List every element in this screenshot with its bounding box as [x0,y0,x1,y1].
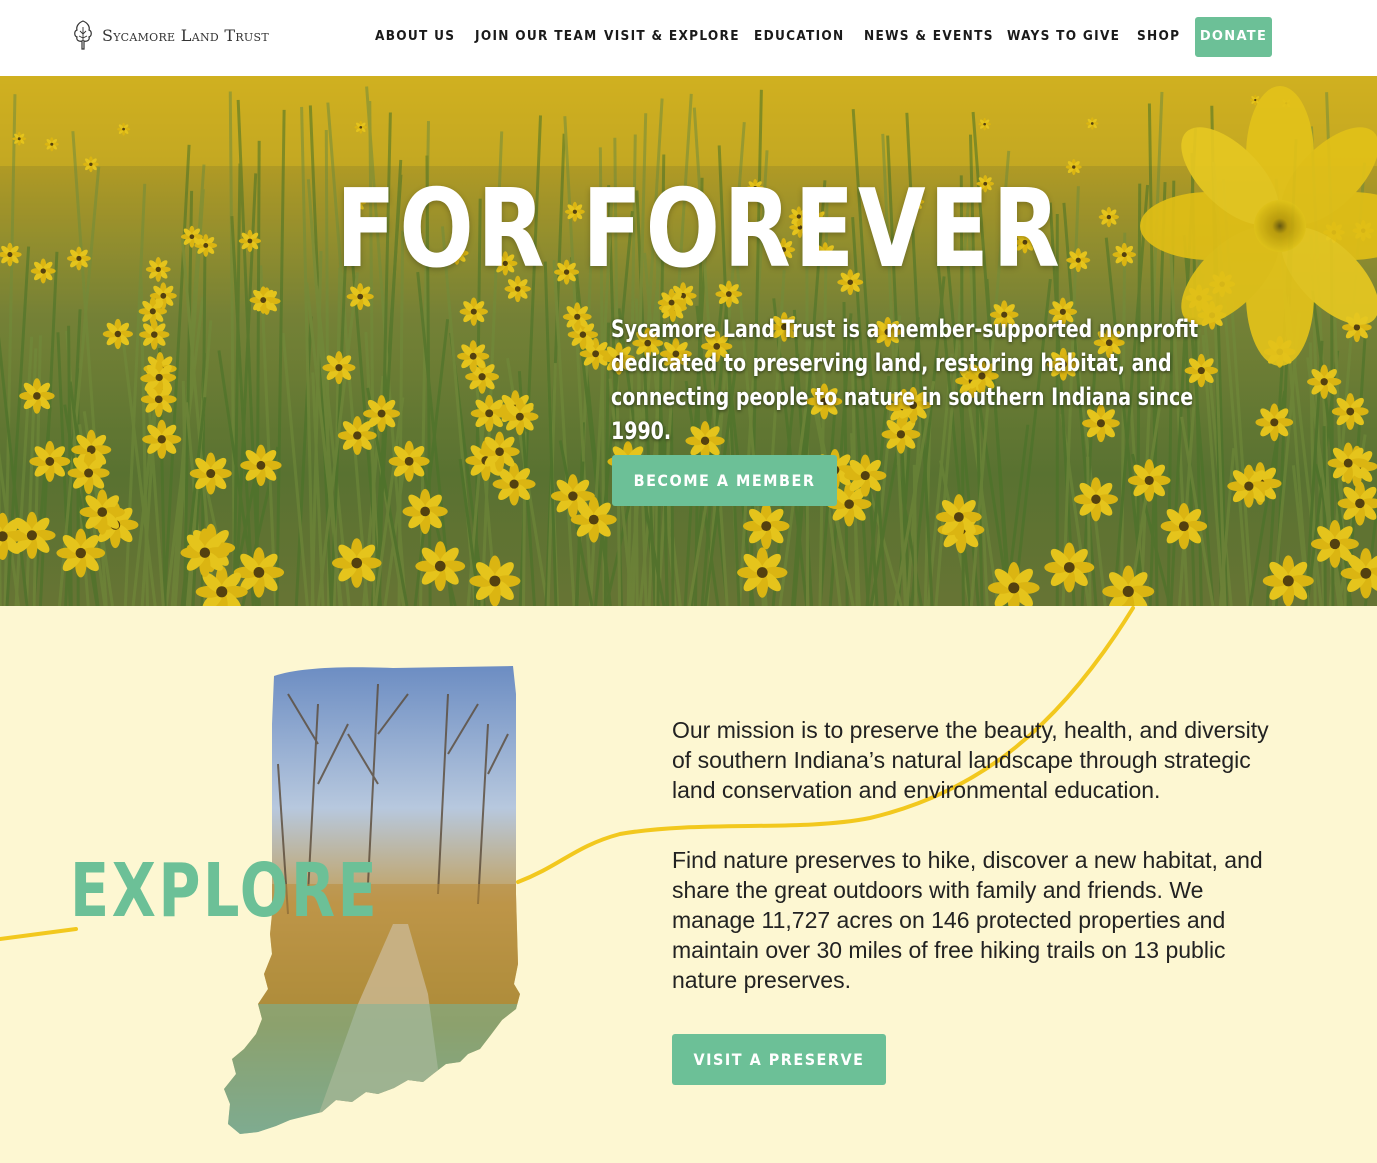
nav-education[interactable]: EDUCATION [754,26,845,46]
become-member-button[interactable]: BECOME A MEMBER [612,455,837,506]
visit-preserve-button[interactable]: VISIT A PRESERVE [672,1034,886,1085]
hero-description: Sycamore Land Trust is a member-supporte… [611,315,1199,445]
hero-title: FOR FOREVER [336,167,1064,292]
nav-news-events[interactable]: NEWS & EVENTS [864,26,994,46]
preserves-description: Find nature preserves to hike, discover … [672,847,1263,993]
donate-button[interactable]: DONATE [1195,17,1272,57]
explore-heading: EXPLORE [70,848,380,934]
explore-section: EXPLORE Our mission is to preserve the b… [0,606,1377,1163]
mission-statement: Our mission is to preserve the beauty, h… [672,717,1269,803]
nav-about-us[interactable]: ABOUT US [375,26,455,46]
nav-visit-explore[interactable]: VISIT & EXPLORE [604,26,740,46]
site-header: Sycamore Land Trust ABOUT US JOIN OUR TE… [0,0,1377,76]
main-nav: ABOUT US JOIN OUR TEAM VISIT & EXPLORE E… [0,0,1377,76]
nav-join-our-team[interactable]: JOIN OUR TEAM [475,26,597,46]
hero-section: FOR FOREVER Sycamore Land Trust is a mem… [0,76,1377,606]
nav-shop[interactable]: SHOP [1137,26,1180,46]
nav-ways-to-give[interactable]: WAYS TO GIVE [1007,26,1120,46]
